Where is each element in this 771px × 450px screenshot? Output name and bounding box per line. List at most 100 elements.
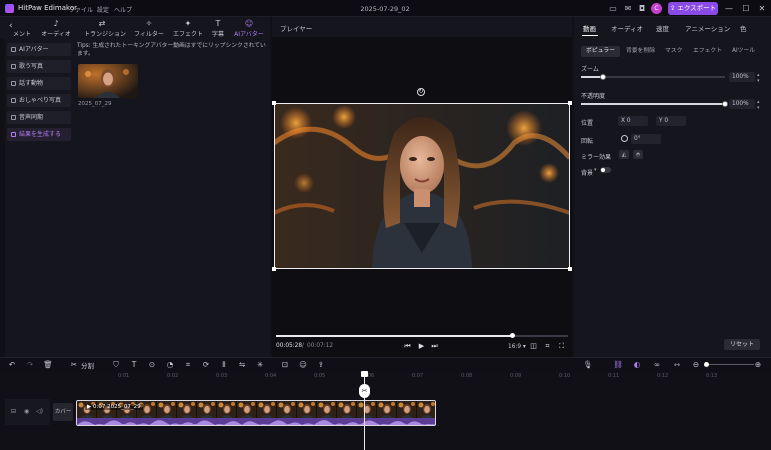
play-icon[interactable]: ▶ <box>417 342 426 351</box>
media-thumbnail[interactable] <box>78 64 138 98</box>
tab-animation[interactable]: アニメーション <box>685 23 730 33</box>
speed-icon[interactable]: ◔ <box>165 359 175 370</box>
split-button[interactable]: 分割 <box>81 360 94 370</box>
subtitle-icon[interactable]: ⊡ <box>280 359 290 370</box>
video-clip[interactable]: ▶ 0:07 2025_07_29 <box>76 400 436 426</box>
sidebar-item-generate-result[interactable]: 結果を生成する <box>7 128 71 141</box>
tab-filter[interactable]: ✧ フィルター <box>131 17 167 39</box>
menu-help[interactable]: ヘルプ <box>114 5 132 14</box>
subtab-effect[interactable]: エフェクト <box>688 46 727 57</box>
clip-label: ▶ 0:07 2025_07_29 <box>85 404 143 410</box>
subtab-remove-bg[interactable]: 背景を削除 <box>621 46 660 57</box>
avatar-icon[interactable]: ☺ <box>298 359 308 370</box>
subtab-popular[interactable]: ボピュラー <box>581 46 620 57</box>
minimize-icon[interactable]: — <box>723 3 735 14</box>
opacity-slider-knob[interactable] <box>722 101 728 107</box>
zoom-slider-knob[interactable] <box>600 74 606 80</box>
track-visibility-icon[interactable]: ◉ <box>24 408 29 415</box>
playhead-handle[interactable] <box>361 371 368 377</box>
mirror-icon[interactable]: ⫴ <box>219 359 229 370</box>
crop-icon[interactable]: ⌗ <box>543 342 552 351</box>
progress-knob[interactable] <box>510 333 515 338</box>
timeline-ruler[interactable]: 0:01 0:02 0:03 0:04 0:05 0:06 0:07 0:08 … <box>75 371 771 382</box>
track-lock-icon[interactable]: ⊟ <box>11 408 16 415</box>
export-frame-icon[interactable]: ⇪ <box>316 359 326 370</box>
sidebar-item-talking-animal[interactable]: 話す動物 <box>7 77 71 90</box>
opacity-value[interactable]: 100% <box>729 99 755 109</box>
background-toggle[interactable] <box>600 167 611 173</box>
freeze-icon[interactable]: ⊙ <box>147 359 157 370</box>
close-icon[interactable]: ✕ <box>756 3 768 14</box>
position-y-field[interactable]: Y 0 <box>656 116 686 126</box>
position-x-field[interactable]: X 0 <box>618 116 648 126</box>
split-marker-icon[interactable]: ✂ <box>359 384 370 398</box>
resize-handle[interactable] <box>272 101 276 105</box>
maximize-icon[interactable]: ☐ <box>740 3 752 14</box>
reset-button[interactable]: リセット <box>724 339 760 350</box>
chain-icon[interactable]: ∞ <box>652 359 662 370</box>
previous-frame-icon[interactable]: ⏮ <box>403 342 412 351</box>
rotate-icon[interactable]: ⟳ <box>201 359 211 370</box>
shield-icon[interactable]: ⛉ <box>111 359 121 370</box>
resize-handle[interactable] <box>272 267 276 271</box>
cover-button[interactable]: カバー <box>53 403 73 421</box>
timeline-zoom-knob[interactable] <box>704 362 709 367</box>
aspect-ratio-select[interactable]: 16:9 ▾ <box>508 344 526 350</box>
track-mute-icon[interactable]: ◁) <box>36 408 43 415</box>
timeline-zoom-slider[interactable] <box>704 362 754 367</box>
zoom-in-icon[interactable]: ⊕ <box>753 359 763 370</box>
export-button[interactable]: ⇪ エクスポート <box>668 2 718 15</box>
resize-handle[interactable] <box>568 101 572 105</box>
zoom-slider[interactable] <box>581 74 725 80</box>
sidebar-item-audio-sync[interactable]: 音声同期 <box>7 111 71 124</box>
tab-color[interactable]: 色 <box>740 23 747 33</box>
zoom-value[interactable]: 100% <box>729 72 755 82</box>
split-icon[interactable]: ✂ <box>69 359 79 370</box>
stepper-icon[interactable]: ▴ ▾ <box>757 72 760 84</box>
playhead[interactable] <box>364 371 365 450</box>
tab-transition[interactable]: ⇄ トランジション <box>84 17 126 39</box>
fit-icon[interactable]: ⇿ <box>672 359 682 370</box>
text-icon[interactable]: T <box>129 359 139 370</box>
tab-video[interactable]: 動画 <box>583 23 596 33</box>
feedback-icon[interactable]: ✉ <box>623 4 633 13</box>
link-icon[interactable]: ⛓ <box>613 359 623 370</box>
tab-audio[interactable]: ♪ オーディオ <box>38 17 74 39</box>
flip-vertical-icon[interactable]: ⬘ <box>633 150 643 159</box>
notification-icon[interactable]: ◘ <box>637 4 647 13</box>
resize-handle[interactable] <box>568 267 572 271</box>
microphone-icon[interactable]: 🎙 <box>583 359 593 370</box>
effects-icon[interactable]: ✳ <box>255 359 265 370</box>
zoom-out-icon[interactable]: ⊖ <box>691 359 701 370</box>
sidebar-item-singing-photo[interactable]: 歌う写真 <box>7 60 71 73</box>
tab-ai-avatar[interactable]: ☺ AIアバター <box>231 17 267 39</box>
playback-progress[interactable] <box>276 333 568 338</box>
stepper-icon[interactable]: ▴ ▾ <box>757 99 760 111</box>
rotation-dial-icon[interactable] <box>621 135 628 142</box>
undo-icon[interactable]: ↶ <box>7 359 17 370</box>
delete-icon[interactable]: 🗑 <box>43 359 53 370</box>
sidebar-item-ai-avatar[interactable]: AIアバター <box>7 43 71 56</box>
tab-speed[interactable]: 速度 <box>656 23 669 33</box>
tab-audio[interactable]: オーディオ <box>611 23 643 33</box>
flip-horizontal-icon[interactable]: ◭ <box>619 150 629 159</box>
rotation-field[interactable]: 0° <box>631 134 661 144</box>
avatar[interactable]: C <box>651 3 662 14</box>
fullscreen-icon[interactable]: ⛶ <box>557 342 566 351</box>
layout-icon[interactable]: ▭ <box>608 4 618 13</box>
chevron-down-icon[interactable]: ▾ <box>594 167 597 173</box>
snap-icon[interactable]: ◐ <box>632 359 642 370</box>
tab-media[interactable]: メント <box>4 17 40 39</box>
crop-icon[interactable]: ⌗ <box>183 359 193 370</box>
opacity-slider[interactable] <box>581 101 728 107</box>
rotate-handle-icon[interactable]: ↻ <box>417 88 425 96</box>
next-frame-icon[interactable]: ⏭ <box>430 342 439 351</box>
snapshot-icon[interactable]: ◫ <box>529 342 538 351</box>
menu-file[interactable]: ファイル <box>69 5 93 14</box>
subtab-ai-tools[interactable]: AIツール <box>727 46 760 57</box>
reverse-icon[interactable]: ⇋ <box>237 359 247 370</box>
redo-icon[interactable]: ↷ <box>25 359 35 370</box>
subtab-mask[interactable]: マスク <box>660 46 687 57</box>
sidebar-item-talking-photo[interactable]: おしゃべり写真 <box>7 94 71 107</box>
menu-settings[interactable]: 設定 <box>97 5 109 14</box>
